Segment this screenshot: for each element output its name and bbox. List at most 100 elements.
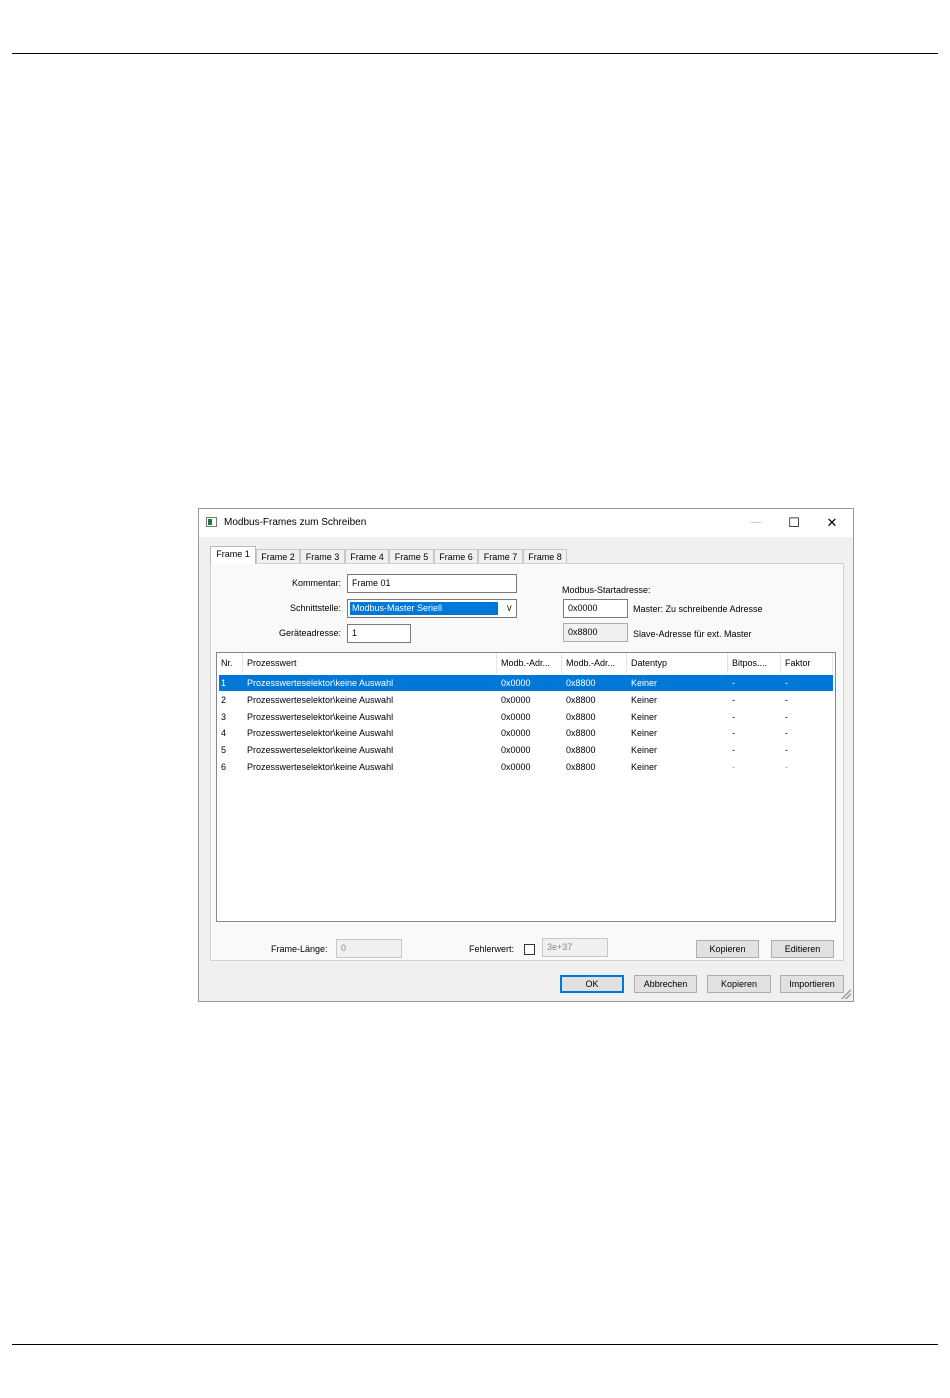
geraeteadresse-label: Geräteadresse: [278, 628, 341, 638]
table-edit-button[interactable]: Editieren [771, 940, 834, 958]
schnittstelle-select[interactable]: Modbus-Master Seriell ∨ [347, 599, 517, 618]
cell-modbus-adr-1: 0x0000 [501, 762, 531, 772]
app-icon [206, 517, 217, 527]
cell-nr: 2 [221, 695, 227, 705]
tab-frame-2[interactable]: Frame 2 [256, 549, 300, 563]
startadresse-label: Modbus-Startadresse: [562, 585, 651, 595]
cell-datentyp: Keiner [631, 762, 658, 772]
title-bar[interactable]: Modbus-Frames zum Schreiben — ☐ ✕ [199, 509, 853, 537]
cell-datentyp: Keiner [631, 678, 658, 688]
table-row[interactable]: 5 Prozesswerteselektor\keine Auswahl 0x0… [219, 742, 833, 758]
cell-modbus-adr-2: 0x8800 [566, 695, 596, 705]
cell-modbus-adr-2: 0x8800 [566, 712, 596, 722]
import-button[interactable]: Importieren [780, 975, 844, 993]
tab-frame-5[interactable]: Frame 5 [389, 549, 434, 563]
tab-panel: Kommentar: Frame 01 Schnittstelle: Modbu… [210, 563, 844, 961]
kommentar-input[interactable]: Frame 01 [347, 574, 517, 593]
column-header-modbus-adr-2[interactable]: Modb.-Adr... [562, 653, 627, 673]
cell-nr: 5 [221, 745, 227, 755]
table-copy-button[interactable]: Kopieren [696, 940, 759, 958]
frame-laenge-field: 0 [336, 939, 402, 958]
fehlerwert-label: Fehlerwert: [469, 944, 515, 954]
copy-button[interactable]: Kopieren [707, 975, 771, 993]
resize-grip-icon[interactable] [841, 989, 851, 999]
cell-nr: 1 [221, 678, 227, 688]
cell-modbus-adr-1: 0x0000 [501, 712, 531, 722]
table-row[interactable]: 6 Prozesswerteselektor\keine Auswahl 0x0… [219, 759, 833, 775]
cell-faktor: - [785, 712, 788, 722]
cell-modbus-adr-2: 0x8800 [566, 745, 596, 755]
page-bottom-rule [12, 1344, 938, 1345]
cell-modbus-adr-1: 0x0000 [501, 695, 531, 705]
ok-button[interactable]: OK [560, 975, 624, 993]
column-header-modbus-adr-1[interactable]: Modb.-Adr... [497, 653, 562, 673]
cell-modbus-adr-2: 0x8800 [566, 678, 596, 688]
cell-prozesswert: Prozesswerteselektor\keine Auswahl [247, 728, 394, 738]
schnittstelle-selected-value: Modbus-Master Seriell [350, 602, 498, 615]
cell-faktor: - [785, 762, 788, 772]
column-header-bitpos[interactable]: Bitpos.... [728, 653, 781, 673]
tab-frame-8[interactable]: Frame 8 [523, 549, 567, 563]
cell-modbus-adr-1: 0x0000 [501, 728, 531, 738]
tab-frame-3[interactable]: Frame 3 [300, 549, 345, 563]
cell-bitpos: - [732, 762, 735, 772]
close-button[interactable]: ✕ [813, 509, 851, 537]
cell-datentyp: Keiner [631, 712, 658, 722]
minimize-button[interactable]: — [737, 509, 775, 537]
table-header: Nr. Prozesswert Modb.-Adr... Modb.-Adr..… [217, 653, 835, 673]
master-address-label: Master: Zu schreibende Adresse [633, 604, 763, 614]
cell-datentyp: Keiner [631, 728, 658, 738]
cell-bitpos: - [732, 695, 735, 705]
tab-frame-4[interactable]: Frame 4 [345, 549, 389, 563]
table-row[interactable]: 3 Prozesswerteselektor\keine Auswahl 0x0… [219, 709, 833, 725]
dialog-title: Modbus-Frames zum Schreiben [224, 517, 367, 528]
frame-laenge-label: Frame-Länge: [271, 944, 328, 954]
column-header-faktor[interactable]: Faktor [781, 653, 833, 673]
cell-nr: 3 [221, 712, 227, 722]
cell-prozesswert: Prozesswerteselektor\keine Auswahl [247, 762, 394, 772]
cell-prozesswert: Prozesswerteselektor\keine Auswahl [247, 678, 394, 688]
tab-frame-7[interactable]: Frame 7 [478, 549, 523, 563]
cell-prozesswert: Prozesswerteselektor\keine Auswahl [247, 695, 394, 705]
cell-datentyp: Keiner [631, 695, 658, 705]
fehlerwert-checkbox[interactable] [524, 944, 535, 955]
slave-address-field: 0x8800 [563, 623, 628, 642]
column-header-datentyp[interactable]: Datentyp [627, 653, 728, 673]
cell-bitpos: - [732, 712, 735, 722]
cell-faktor: - [785, 745, 788, 755]
table-row[interactable]: 2 Prozesswerteselektor\keine Auswahl 0x0… [219, 692, 833, 708]
process-value-table: Nr. Prozesswert Modb.-Adr... Modb.-Adr..… [216, 652, 836, 922]
cell-modbus-adr-1: 0x0000 [501, 678, 531, 688]
cell-modbus-adr-1: 0x0000 [501, 745, 531, 755]
cell-faktor: - [785, 678, 788, 688]
cell-modbus-adr-2: 0x8800 [566, 762, 596, 772]
cell-datentyp: Keiner [631, 745, 658, 755]
slave-address-label: Slave-Adresse für ext. Master [633, 629, 752, 639]
fehlerwert-input: 3e+37 [542, 938, 608, 957]
chevron-down-icon: ∨ [505, 603, 513, 614]
kommentar-label: Kommentar: [291, 578, 341, 588]
table-row[interactable]: 1 Prozesswerteselektor\keine Auswahl 0x0… [219, 675, 833, 691]
master-address-input[interactable]: 0x0000 [563, 599, 628, 618]
column-header-nr[interactable]: Nr. [217, 653, 243, 673]
modbus-frames-dialog: Modbus-Frames zum Schreiben — ☐ ✕ Frame … [198, 508, 854, 1002]
maximize-button[interactable]: ☐ [775, 509, 813, 537]
schnittstelle-label: Schnittstelle: [289, 603, 341, 613]
tab-frame-6[interactable]: Frame 6 [434, 549, 478, 563]
cell-bitpos: - [732, 745, 735, 755]
cell-modbus-adr-2: 0x8800 [566, 728, 596, 738]
cell-prozesswert: Prozesswerteselektor\keine Auswahl [247, 712, 394, 722]
tab-frame-1[interactable]: Frame 1 [210, 546, 256, 564]
cell-bitpos: - [732, 678, 735, 688]
cell-faktor: - [785, 728, 788, 738]
page-top-rule [12, 53, 938, 54]
column-header-prozesswert[interactable]: Prozesswert [243, 653, 497, 673]
cell-nr: 4 [221, 728, 227, 738]
cell-nr: 6 [221, 762, 227, 772]
cell-bitpos: - [732, 728, 735, 738]
table-row[interactable]: 4 Prozesswerteselektor\keine Auswahl 0x0… [219, 725, 833, 741]
cell-faktor: - [785, 695, 788, 705]
cancel-button[interactable]: Abbrechen [634, 975, 697, 993]
geraeteadresse-input[interactable]: 1 [347, 624, 411, 643]
cell-prozesswert: Prozesswerteselektor\keine Auswahl [247, 745, 394, 755]
